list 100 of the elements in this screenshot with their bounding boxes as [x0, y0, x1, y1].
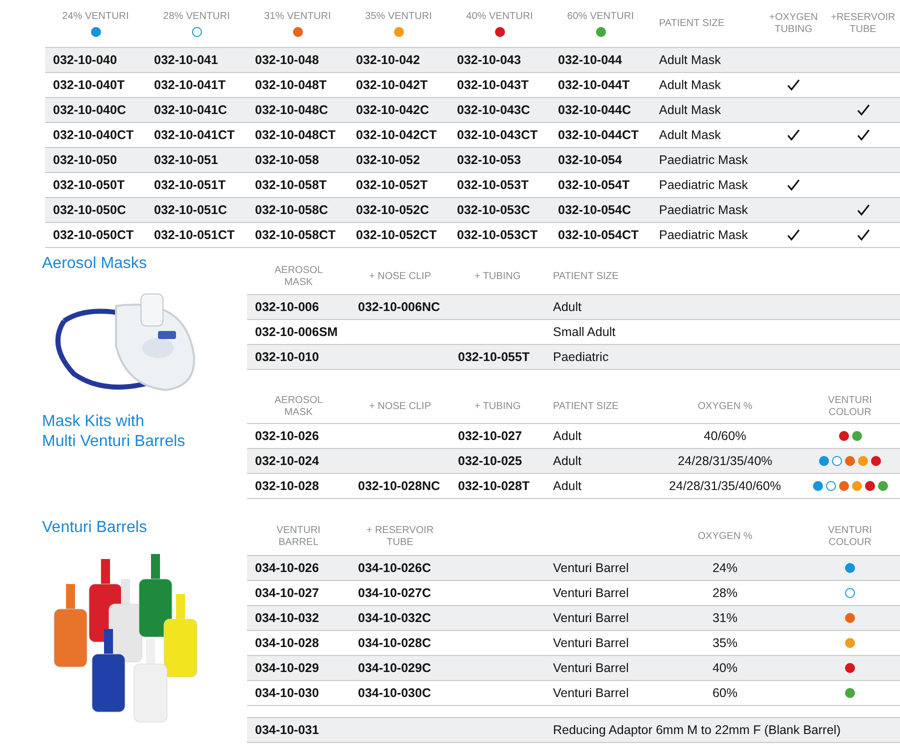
table-cell: Adult — [553, 454, 582, 468]
product-code: 032-10-051 — [154, 153, 218, 167]
product-code: 032-10-026 — [255, 429, 319, 443]
table-cell: 24/28/31/35/40/60% — [669, 479, 781, 493]
table-cell: Adult — [553, 479, 582, 493]
column-header: +OXYGEN TUBING — [769, 12, 818, 36]
table-cell: 35% — [712, 636, 738, 650]
table-cell: 31% — [712, 611, 738, 625]
column-header: VENTURI COLOUR — [828, 394, 872, 418]
product-code: 032-10-054C — [558, 203, 631, 217]
product-code: 032-10-027 — [458, 429, 522, 443]
product-code: 032-10-050CT — [53, 228, 134, 242]
column-header: AEROSOL MASK — [274, 265, 322, 289]
table-cell: Venturi Barrel — [553, 636, 629, 650]
product-code: 032-10-053T — [457, 178, 529, 192]
product-code: 032-10-041C — [154, 103, 227, 117]
column-header: OXYGEN % — [698, 400, 752, 412]
column-header: 60% VENTURI — [567, 10, 634, 22]
table-cell: Venturi Barrel — [553, 661, 629, 675]
column-header: + NOSE CLIP — [369, 400, 431, 412]
product-code: 032-10-058C — [255, 203, 328, 217]
column-header: VENTURI COLOUR — [828, 525, 872, 549]
product-code: 032-10-044T — [558, 78, 630, 92]
product-code: 032-10-055T — [458, 350, 530, 364]
column-header: +RESERVOIR TUBE — [830, 12, 896, 36]
section-title: Aerosol Masks — [42, 254, 148, 274]
product-code: 032-10-048T — [255, 78, 327, 92]
product-code: 032-10-040CT — [53, 128, 134, 142]
table-cell: 24% — [712, 561, 738, 575]
product-code: 034-10-027C — [358, 586, 431, 600]
table-cell: Adult — [553, 429, 582, 443]
table-cell: Paediatric Mask — [659, 203, 748, 217]
product-code: 032-10-028NC — [358, 479, 440, 493]
product-code: 032-10-028 — [255, 479, 319, 493]
product-code: 032-10-058CT — [255, 228, 336, 242]
product-code: 032-10-053 — [457, 153, 521, 167]
table-cell: Adult Mask — [659, 128, 721, 142]
column-header: AEROSOL MASK — [274, 394, 322, 418]
product-code: 032-10-051T — [154, 178, 226, 192]
product-code: 032-10-041 — [154, 53, 218, 67]
product-code: 032-10-050C — [53, 203, 126, 217]
product-code: 032-10-024 — [255, 454, 319, 468]
product-code: 034-10-026 — [255, 561, 319, 575]
product-code: 034-10-027 — [255, 586, 319, 600]
product-code: 032-10-043C — [457, 103, 530, 117]
product-code: 032-10-025 — [458, 454, 522, 468]
product-code: 032-10-043 — [457, 53, 521, 67]
product-code: 034-10-030C — [358, 686, 431, 700]
product-code: 032-10-052C — [356, 203, 429, 217]
product-code: 032-10-006SM — [255, 325, 338, 339]
product-code: 032-10-052CT — [356, 228, 437, 242]
product-code: 032-10-043T — [457, 78, 529, 92]
product-code: 032-10-048 — [255, 53, 319, 67]
column-header: 24% VENTURI — [62, 10, 129, 22]
product-code: 034-10-032 — [255, 611, 319, 625]
product-code: 032-10-042CT — [356, 128, 437, 142]
product-code: 032-10-054T — [558, 178, 630, 192]
product-code: 032-10-051CT — [154, 228, 235, 242]
table-cell: Paediatric Mask — [659, 153, 748, 167]
product-code: 032-10-048CT — [255, 128, 336, 142]
table-cell: Adult Mask — [659, 53, 721, 67]
column-header: 31% VENTURI — [264, 10, 331, 22]
column-header: + NOSE CLIP — [369, 271, 431, 283]
column-header: VENTURI BARREL — [276, 525, 320, 549]
product-code: 032-10-042T — [356, 78, 428, 92]
table-cell: 40% — [712, 661, 738, 675]
product-code: 034-10-029C — [358, 661, 431, 675]
product-code: 034-10-031 — [255, 723, 319, 737]
table-cell: Venturi Barrel — [553, 586, 629, 600]
product-code: 032-10-058 — [255, 153, 319, 167]
product-code: 034-10-032C — [358, 611, 431, 625]
product-code: 034-10-028 — [255, 636, 319, 650]
table-cell: Venturi Barrel — [553, 561, 629, 575]
product-code: 032-10-042C — [356, 103, 429, 117]
product-code: 032-10-052T — [356, 178, 428, 192]
column-header: + TUBING — [474, 400, 521, 412]
product-code: 032-10-050T — [53, 178, 125, 192]
table-cell: Paediatric Mask — [659, 178, 748, 192]
table-cell: 28% — [712, 586, 738, 600]
product-code: 032-10-050 — [53, 153, 117, 167]
section-title: Mask Kits with Multi Venturi Barrels — [42, 412, 186, 452]
table-cell: 60% — [712, 686, 738, 700]
table-cell: Adult — [553, 300, 582, 314]
table-cell: Adult Mask — [659, 103, 721, 117]
product-code: 032-10-043CT — [457, 128, 538, 142]
column-header: PATIENT SIZE — [553, 271, 619, 283]
table-cell: 24/28/31/35/40% — [678, 454, 772, 468]
column-header: OXYGEN % — [698, 531, 752, 543]
product-code: 032-10-040 — [53, 53, 117, 67]
product-code: 032-10-006 — [255, 300, 319, 314]
table-cell: 40/60% — [704, 429, 746, 443]
product-code: 034-10-030 — [255, 686, 319, 700]
product-code: 034-10-029 — [255, 661, 319, 675]
product-code: 032-10-042 — [356, 53, 420, 67]
product-code: 032-10-044C — [558, 103, 631, 117]
product-code: 032-10-006NC — [358, 300, 440, 314]
product-code: 032-10-051C — [154, 203, 227, 217]
column-header: 28% VENTURI — [163, 10, 230, 22]
product-code: 032-10-028T — [458, 479, 530, 493]
product-code: 032-10-058T — [255, 178, 327, 192]
